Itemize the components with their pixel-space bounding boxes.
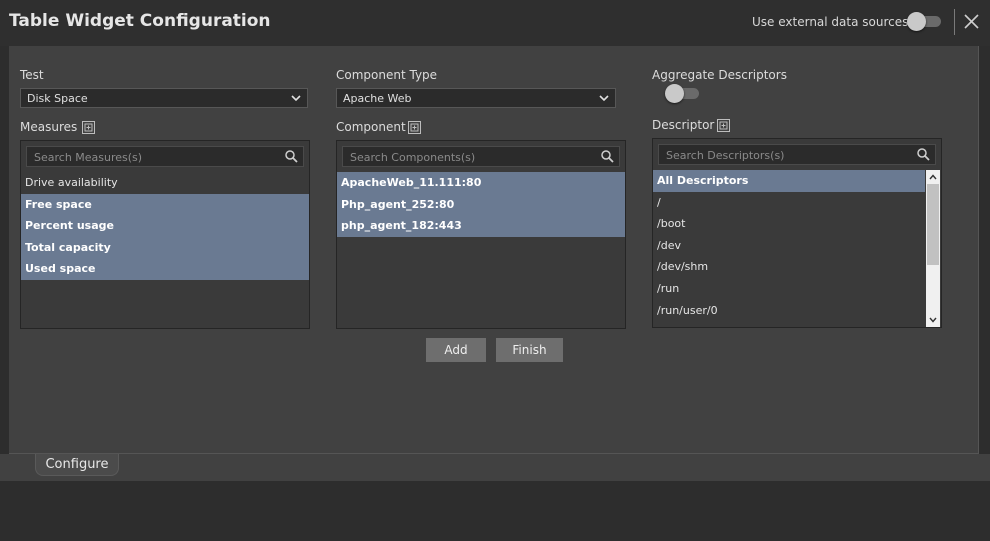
list-item[interactable]: Free space xyxy=(21,193,309,216)
descriptors-search-placeholder: Search Descriptors(s) xyxy=(666,149,785,162)
list-item[interactable]: Percent usage xyxy=(21,215,309,237)
list-item[interactable]: php_agent_182:443 xyxy=(337,215,625,237)
chevron-up-icon[interactable] xyxy=(929,174,937,180)
test-select[interactable]: Disk Space xyxy=(20,88,308,108)
chevron-down-icon xyxy=(291,95,301,102)
chevron-down-icon[interactable] xyxy=(929,317,937,323)
measures-list: Search Measures(s) Drive availability Fr… xyxy=(20,140,310,329)
list-item[interactable]: Total capacity xyxy=(21,236,309,259)
measures-search-input[interactable]: Search Measures(s) xyxy=(26,146,304,167)
search-icon xyxy=(917,148,930,161)
dialog-header: Table Widget Configuration Use external … xyxy=(0,0,990,46)
finish-button[interactable]: Finish xyxy=(496,338,563,362)
measures-label: Measures xyxy=(20,120,78,134)
aggregate-descriptors-label: Aggregate Descriptors xyxy=(652,68,787,82)
component-label: Component xyxy=(336,120,406,134)
scrollbar-thumb[interactable] xyxy=(927,184,939,265)
test-label: Test xyxy=(20,68,44,82)
expand-icon[interactable] xyxy=(408,121,421,134)
tab-configure[interactable]: Configure xyxy=(35,454,119,476)
list-item[interactable]: /boot xyxy=(653,213,925,235)
close-button[interactable] xyxy=(960,8,984,34)
descriptors-list: Search Descriptors(s) All Descriptors / … xyxy=(652,138,942,328)
toggle-knob xyxy=(907,12,926,31)
dialog-title: Table Widget Configuration xyxy=(9,11,271,31)
search-icon xyxy=(285,150,298,163)
list-item[interactable]: ApacheWeb_11.111:80 xyxy=(337,172,625,194)
list-item[interactable]: /dev xyxy=(653,234,925,257)
component-type-select[interactable]: Apache Web xyxy=(336,88,616,108)
external-data-sources-label: Use external data sources xyxy=(752,15,909,29)
list-item[interactable]: /dev/shm xyxy=(653,256,925,278)
list-item[interactable]: /run xyxy=(653,277,925,300)
component-type-value: Apache Web xyxy=(343,92,412,105)
measures-search-placeholder: Search Measures(s) xyxy=(34,151,143,164)
toggle-knob xyxy=(665,84,684,103)
list-item[interactable]: /run/user/0 xyxy=(653,299,925,322)
close-icon xyxy=(964,14,979,29)
list-item[interactable]: / xyxy=(653,191,925,214)
components-list: Search Components(s) ApacheWeb_11.111:80… xyxy=(336,140,626,329)
descriptors-scrollbar[interactable] xyxy=(926,170,940,327)
configure-panel: Test Disk Space Measures Search Measures… xyxy=(9,46,979,454)
aggregate-descriptors-toggle[interactable] xyxy=(665,83,701,103)
list-item[interactable]: Php_agent_252:80 xyxy=(337,193,625,216)
components-search-input[interactable]: Search Components(s) xyxy=(342,146,620,167)
descriptors-search-input[interactable]: Search Descriptors(s) xyxy=(658,144,936,165)
add-button[interactable]: Add xyxy=(426,338,486,362)
descriptor-label: Descriptor xyxy=(652,118,715,132)
chevron-down-icon xyxy=(599,95,609,102)
header-divider xyxy=(954,9,955,35)
external-data-sources-toggle[interactable] xyxy=(907,11,943,31)
components-items: ApacheWeb_11.111:80 Php_agent_252:80 php… xyxy=(337,172,625,237)
tab-bar: Configure xyxy=(0,454,990,481)
expand-icon[interactable] xyxy=(717,119,730,132)
list-item[interactable]: Used space xyxy=(21,258,309,280)
search-icon xyxy=(601,150,614,163)
expand-icon[interactable] xyxy=(82,121,95,134)
measures-items: Drive availability Free space Percent us… xyxy=(21,172,309,280)
list-item[interactable]: All Descriptors xyxy=(653,170,925,192)
bottom-area xyxy=(0,481,990,541)
list-item[interactable]: Drive availability xyxy=(21,172,309,194)
component-type-label: Component Type xyxy=(336,68,438,82)
components-search-placeholder: Search Components(s) xyxy=(350,151,476,164)
test-select-value: Disk Space xyxy=(27,92,88,105)
descriptors-items: All Descriptors / /boot /dev /dev/shm /r… xyxy=(653,170,925,322)
